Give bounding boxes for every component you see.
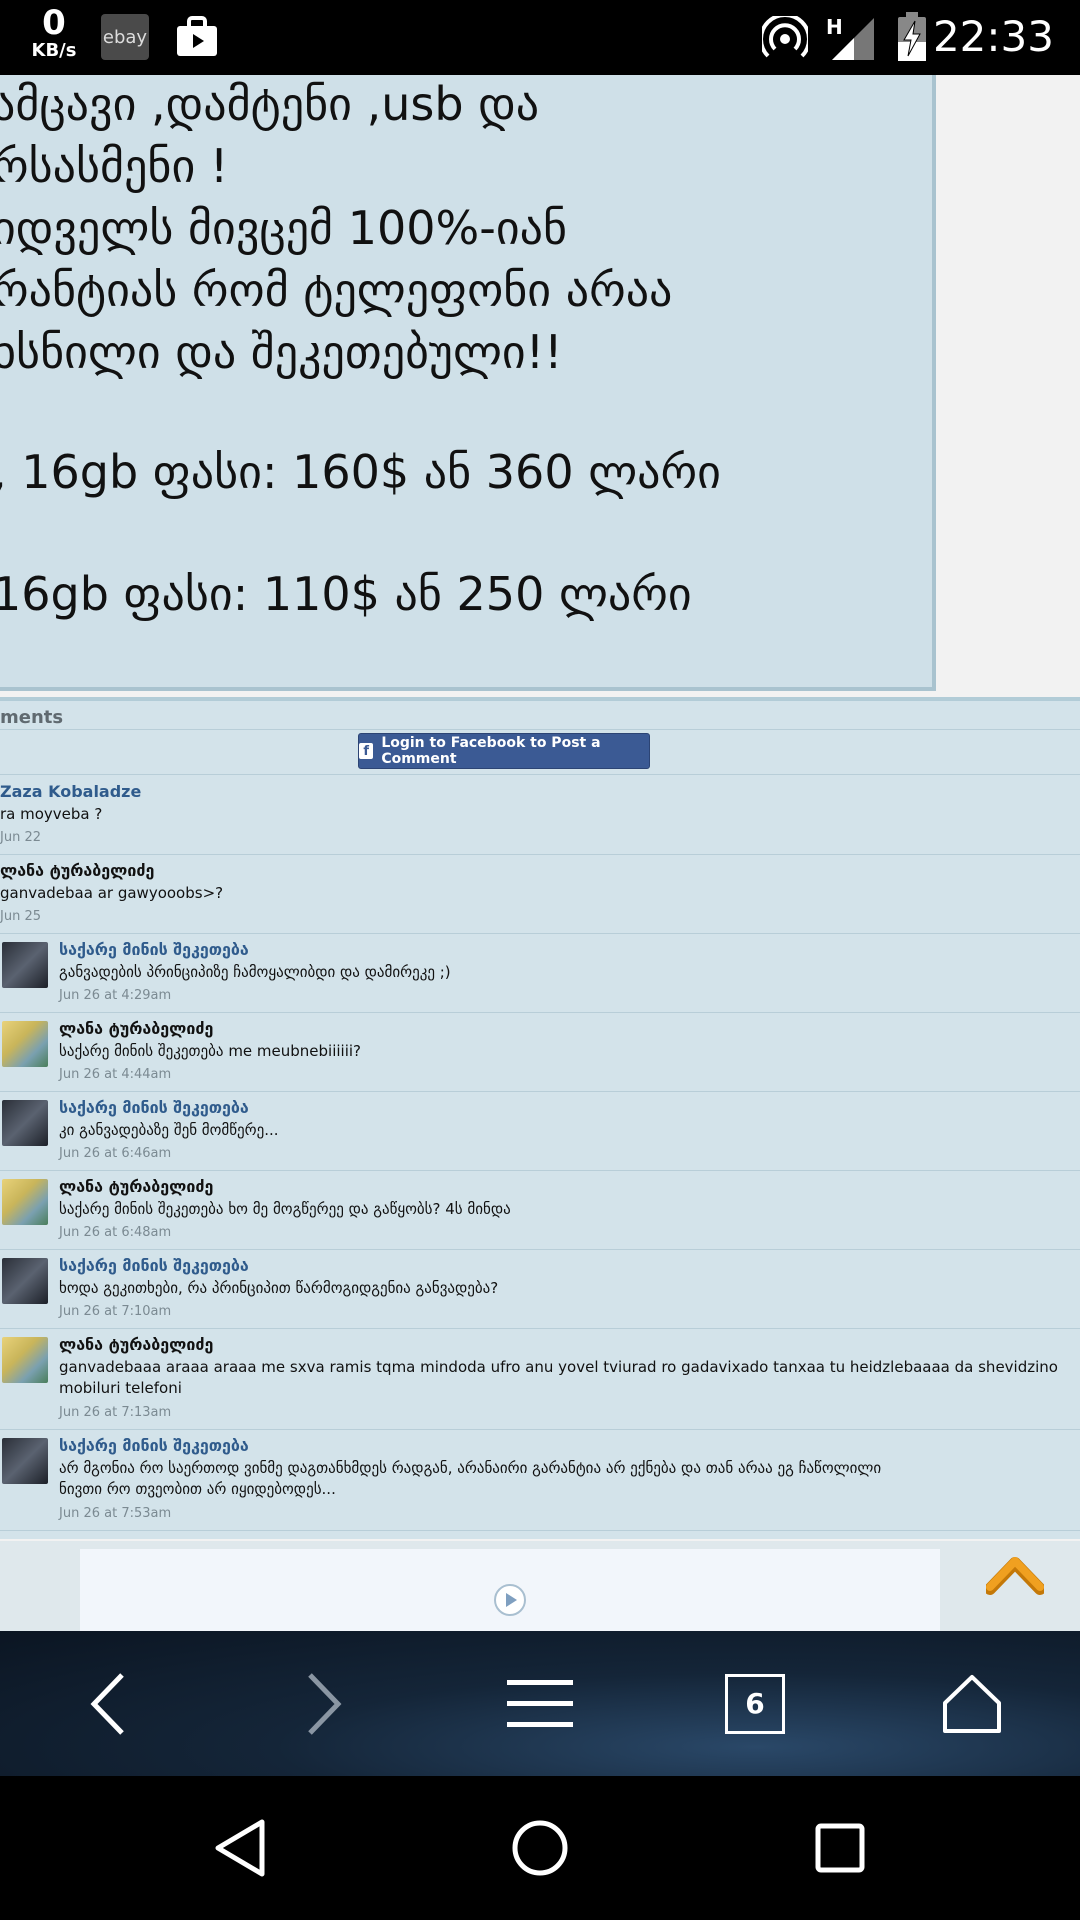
avatar[interactable]: [2, 1021, 48, 1067]
post-line: რანტიას რომ ტელეფონი არაა: [0, 263, 673, 317]
comment-time[interactable]: Jun 26 at 7:10am: [59, 1304, 171, 1319]
ad-play-icon[interactable]: [493, 1583, 527, 1617]
ebay-notification-icon: ebay: [101, 14, 149, 60]
comment-author-link[interactable]: ლანა ტურაბელიძე: [59, 1019, 213, 1038]
comment-text: საქარე მინის შეკეთება me meubnebiiiiii?: [59, 1042, 362, 1060]
facebook-login-button[interactable]: f Login to Facebook to Post a Comment: [358, 733, 650, 769]
comment-item: საქარე მინის შეკეთება არ მგონია რო საერთ…: [0, 1430, 1080, 1531]
comment-time[interactable]: Jun 25: [0, 909, 41, 924]
back-arrow-icon: [90, 1672, 124, 1735]
comment-item: Zaza Kobaladze ra moyveba ? Jun 22: [0, 776, 1080, 855]
comment-text: ganvadebaa ar gawyooobs>?: [0, 884, 224, 902]
browser-tabs-button[interactable]: 6: [715, 1631, 795, 1776]
scroll-to-top-icon[interactable]: [986, 1553, 1044, 1597]
comment-author-link[interactable]: ლანა ტურაბელიძე: [59, 1335, 213, 1354]
comment-author-link[interactable]: საქარე მინის შეკეთება: [59, 1256, 249, 1275]
network-speed-unit: KB/s: [31, 40, 77, 61]
hamburger-menu-icon: [507, 1679, 573, 1727]
comment-text: mobiluri telefoni: [59, 1379, 182, 1397]
facebook-login-label: Login to Facebook to Post a Comment: [381, 735, 601, 767]
signal-strength-icon: H: [826, 15, 874, 60]
home-icon: [943, 1674, 1001, 1733]
avatar[interactable]: [2, 1100, 48, 1146]
comment-time[interactable]: Jun 22: [0, 830, 41, 845]
comment-time[interactable]: Jun 26 at 7:53am: [59, 1506, 171, 1521]
comment-text: არ მგონია რო საერთოდ ვინმე დაგთანხმდეს რ…: [59, 1459, 882, 1477]
comment-time[interactable]: Jun 26 at 6:48am: [59, 1225, 171, 1240]
clock: 22:33: [932, 12, 1054, 61]
status-bar: 0 KB/s ebay H 22:33: [0, 0, 1080, 75]
post-line: ამცავი ,დამტენი ,usb და: [0, 77, 540, 131]
post-body: ამცავი ,დამტენი ,usb და რსასმენი ! იდველ…: [0, 75, 936, 691]
comment-author-link[interactable]: ლანა ტურაბელიძე: [0, 861, 154, 880]
post-line: რსასმენი !: [0, 139, 229, 193]
avatar[interactable]: [2, 1337, 48, 1383]
tab-count: 6: [725, 1673, 785, 1734]
comment-item: საქარე მინის შეკეთება განვადების პრინციპ…: [0, 934, 1080, 1013]
system-recents-button[interactable]: [800, 1776, 880, 1920]
android-navigation-bar: [0, 1776, 1080, 1920]
battery-charging-icon: [898, 12, 926, 61]
browser-home-button[interactable]: [932, 1631, 1012, 1776]
comment-item: ლანა ტურაბელიძე საქარე მინის შეკეთება ხო…: [0, 1171, 1080, 1250]
network-speed-value: 0: [42, 3, 66, 43]
home-circle-icon: [512, 1820, 568, 1876]
comment-time[interactable]: Jun 26 at 7:13am: [59, 1405, 171, 1420]
facebook-icon: f: [359, 743, 374, 759]
browser-back-button[interactable]: [68, 1631, 148, 1776]
comment-time[interactable]: Jun 26 at 4:29am: [59, 988, 171, 1003]
avatar[interactable]: [2, 1438, 48, 1484]
ad-banner[interactable]: [80, 1549, 940, 1631]
comment-author-link[interactable]: საქარე მინის შეკეთება: [59, 1098, 249, 1117]
avatar[interactable]: [2, 942, 48, 988]
recents-square-icon: [815, 1823, 865, 1873]
network-speed: 0 KB/s: [26, 6, 82, 60]
avatar[interactable]: [2, 1258, 48, 1304]
browser-menu-button[interactable]: [496, 1631, 584, 1776]
comment-text: ra moyveba ?: [0, 805, 103, 823]
comment-text: კი განვადებაზე შენ მომწერე...: [59, 1121, 279, 1139]
comment-item: საქარე მინის შეკეთება კი განვადებაზე შენ…: [0, 1092, 1080, 1171]
network-type-label: H: [826, 15, 843, 39]
avatar[interactable]: [2, 1179, 48, 1225]
web-page-viewport[interactable]: ამცავი ,დამტენი ,usb და რსასმენი ! იდველ…: [0, 75, 1080, 1631]
comment-text: ganvadebaaa araaa araaa me sxva ramis tq…: [59, 1358, 1058, 1376]
comment-item: ლანა ტურაბელიძე საქარე მინის შეკეთება me…: [0, 1013, 1080, 1092]
post-line: იდველს მივცემ 100%-იან: [0, 201, 568, 255]
browser-toolbar: 6: [0, 1631, 1080, 1776]
forward-arrow-icon: [308, 1672, 342, 1735]
comment-author-link[interactable]: ლანა ტურაბელიძე: [59, 1177, 213, 1196]
system-home-button[interactable]: [500, 1776, 580, 1920]
browser-forward-button[interactable]: [284, 1631, 364, 1776]
comment-item: ლანა ტურაბელიძე ganvadebaaa araaa araaa …: [0, 1329, 1080, 1430]
comment-text: განვადების პრინციპიზე ჩამოყალიბდი და დამ…: [59, 963, 451, 981]
comment-time[interactable]: Jun 26 at 4:44am: [59, 1067, 171, 1082]
ebay-icon-label: ebay: [102, 26, 148, 48]
comment-text: ხოდა გეკითხები, რა პრინციპით წარმოგიდგენ…: [59, 1279, 499, 1297]
facebook-login-row: f Login to Facebook to Post a Comment: [0, 729, 1080, 775]
back-triangle-icon: [215, 1819, 265, 1877]
hotspot-icon: [762, 16, 808, 58]
comment-text: ნივთი რო თვეობით არ იყიდებოდეს...: [59, 1480, 336, 1498]
comment-author-link[interactable]: საქარე მინის შეკეთება: [59, 940, 249, 959]
comments-title: ments: [0, 707, 64, 728]
comment-item: საქარე მინის შეკეთება ხოდა გეკითხები, რა…: [0, 1250, 1080, 1329]
post-line: 16gb ფასი: 110$ ან 250 ლარი: [0, 567, 692, 621]
comments-section: ments f Login to Facebook to Post a Comm…: [0, 697, 1080, 1539]
comment-time[interactable]: Jun 26 at 6:46am: [59, 1146, 171, 1161]
post-line: ხსნილი და შეკეთებული!!: [0, 325, 563, 379]
comment-text: საქარე მინის შეკეთება ხო მე მოგწერეე და …: [59, 1200, 511, 1218]
comment-author-link[interactable]: საქარე მინის შეკეთება: [59, 1436, 249, 1455]
post-line: , 16gb ფასი: 160$ ან 360 ლარი: [0, 445, 721, 499]
system-back-button[interactable]: [200, 1776, 280, 1920]
ad-strip: [0, 1541, 1080, 1631]
shopping-bag-icon: [177, 16, 217, 56]
comment-author-link[interactable]: Zaza Kobaladze: [0, 782, 141, 801]
comment-item: ლანა ტურაბელიძე ganvadebaa ar gawyooobs>…: [0, 855, 1080, 934]
